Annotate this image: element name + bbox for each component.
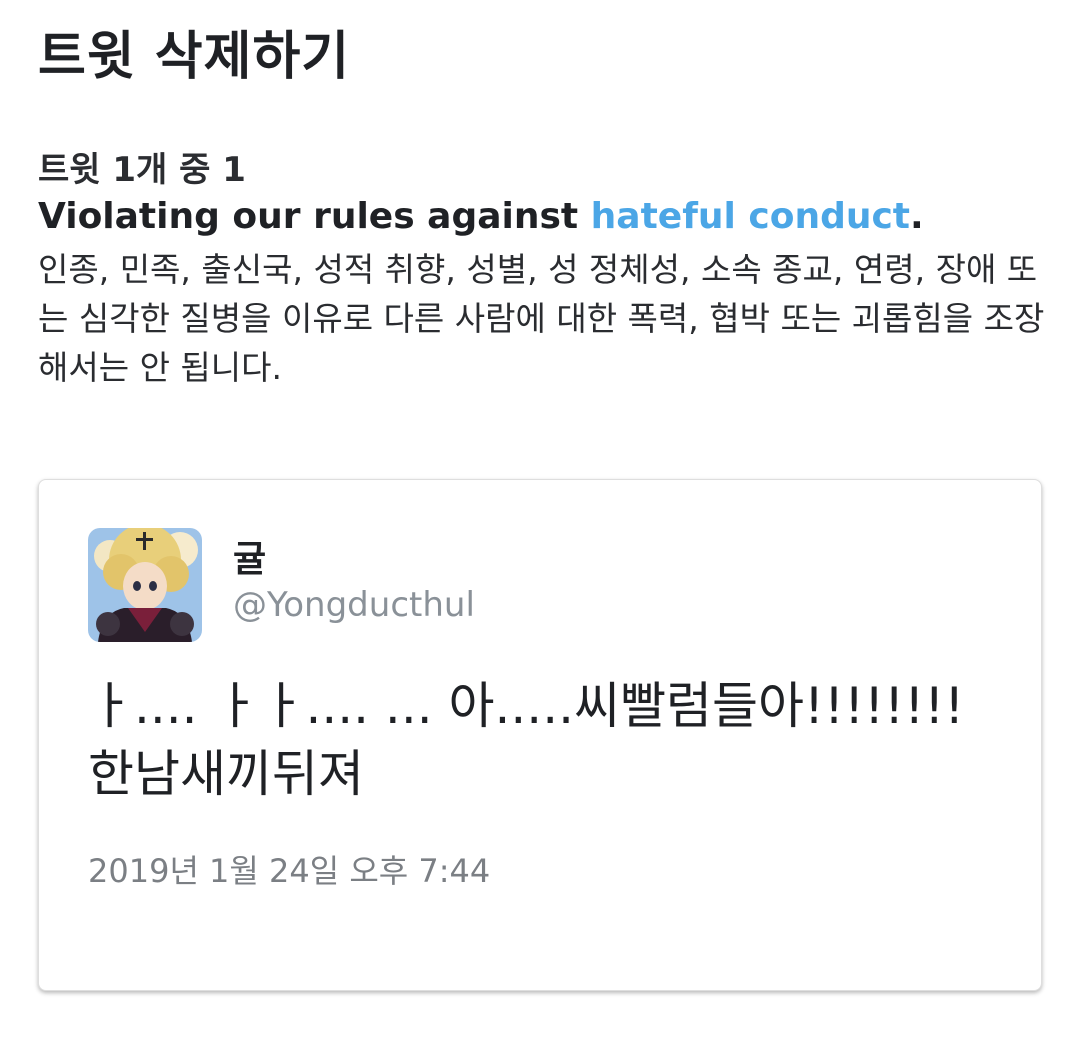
violation-prefix: Violating our rules against [38, 196, 591, 237]
violation-description: 인종, 민족, 출신국, 성적 취향, 성별, 성 정체성, 소속 종교, 연령… [38, 250, 1045, 387]
tweet-text: ㅏ.... ㅏㅏ.... ... 아.....씨빨럼들아!!!!!!!! 한남새… [88, 672, 1018, 808]
display-name[interactable]: 귤 [233, 530, 266, 582]
tweet-card: 귤 @Yongducthul ㅏ.... ㅏㅏ.... ... 아.....씨빨… [38, 479, 1042, 991]
tweet-timestamp: 2019년 1월 24일 오후 7:44 [88, 852, 491, 890]
tweet-text-line: 한남새끼뒤져 [88, 745, 364, 803]
avatar[interactable] [88, 528, 202, 642]
tweet-count: 트윗 1개 중 1 [38, 150, 246, 190]
violation-heading: Violating our rules against hateful cond… [38, 196, 924, 237]
hateful-conduct-link[interactable]: hateful conduct [591, 196, 910, 237]
page-title: 트윗 삭제하기 [38, 27, 351, 87]
violation-suffix: . [910, 196, 924, 237]
user-handle[interactable]: @Yongducthul [233, 585, 475, 625]
tweet-text-line: ㅏ.... ㅏㅏ.... ... 아.....씨빨럼들아!!!!!!!! [88, 677, 965, 735]
